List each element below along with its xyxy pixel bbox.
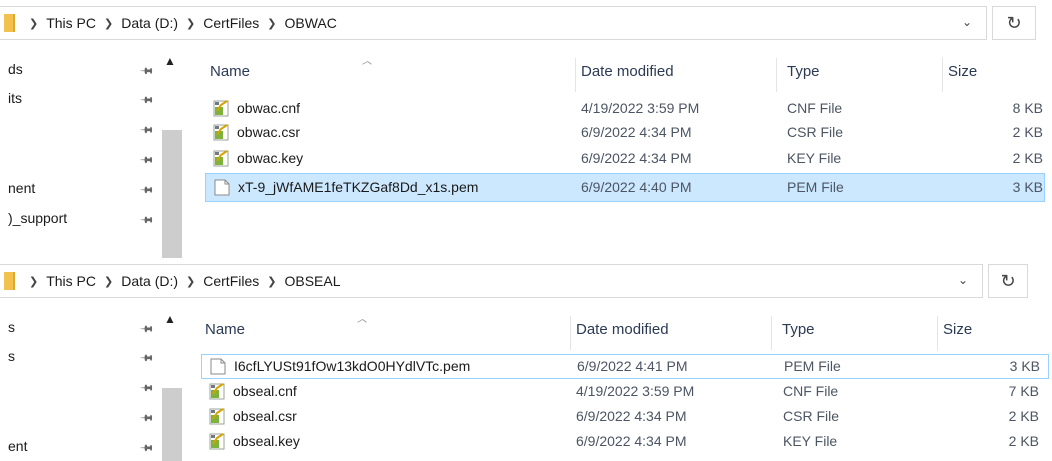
chevron-right-icon[interactable]: ❯: [104, 275, 113, 288]
nav-item[interactable]: 🖈: [0, 375, 160, 399]
column-header-type[interactable]: Type: [772, 308, 937, 350]
pin-icon[interactable]: 🖈: [135, 60, 158, 83]
file-row-focused[interactable]: I6cfLYUSt91fOw13kdO0HYdlVTc.pem 6/9/2022…: [201, 354, 1049, 379]
breadcrumb-item[interactable]: OBWAC: [284, 15, 336, 31]
nav-item[interactable]: 🖈: [0, 117, 160, 141]
pin-icon[interactable]: 🖈: [135, 437, 158, 460]
breadcrumb-item[interactable]: CertFiles: [203, 15, 259, 31]
breadcrumb-item[interactable]: Data (D:): [121, 15, 178, 31]
nav-item[interactable]: 🖈: [0, 147, 160, 171]
config-file-icon: [209, 383, 225, 400]
chevron-right-icon[interactable]: ❯: [267, 17, 276, 30]
chevron-right-icon[interactable]: ❯: [104, 17, 113, 30]
address-bar: ❯ This PC ❯ Data (D:) ❯ CertFiles ❯ OBSE…: [0, 258, 1052, 308]
nav-scrollbar-thumb[interactable]: [162, 130, 182, 258]
nav-item[interactable]: 🖈: [0, 405, 160, 429]
pin-icon[interactable]: 🖈: [135, 407, 158, 430]
column-header-size[interactable]: Size: [938, 308, 1048, 350]
explorer-window-obwac: ❯ This PC ❯ Data (D:) ❯ CertFiles ❯ OBWA…: [0, 0, 1052, 258]
chevron-down-icon[interactable]: ⌄: [962, 15, 972, 29]
folder-icon: [4, 272, 15, 290]
config-file-icon: [209, 408, 225, 425]
file-row[interactable]: obseal.cnf 4/19/2022 3:59 PM CNF File 7 …: [201, 380, 1049, 404]
nav-item[interactable]: nent 🖈: [0, 177, 160, 201]
breadcrumb-item[interactable]: Data (D:): [121, 273, 178, 289]
folder-icon: [4, 14, 15, 32]
column-header-date-modified[interactable]: Date modified: [571, 308, 771, 350]
refresh-button[interactable]: ↻: [988, 264, 1028, 298]
file-row[interactable]: obwac.cnf 4/19/2022 3:59 PM CNF File 8 K…: [205, 97, 1045, 121]
pin-icon[interactable]: 🖈: [135, 347, 158, 370]
chevron-right-icon[interactable]: ❯: [186, 17, 195, 30]
refresh-icon: ↻: [1006, 12, 1022, 33]
column-header-name[interactable]: Name ︿: [205, 50, 575, 92]
chevron-right-icon[interactable]: ❯: [267, 275, 276, 288]
chevron-right-icon[interactable]: ❯: [186, 275, 195, 288]
chevron-right-icon: ❯: [29, 17, 39, 30]
config-file-icon: [213, 100, 229, 117]
chevron-right-icon: ❯: [29, 275, 39, 288]
nav-item[interactable]: its 🖈: [0, 87, 160, 111]
pin-icon[interactable]: 🖈: [135, 89, 158, 112]
config-file-icon: [213, 150, 229, 167]
column-header-name[interactable]: Name ︿: [205, 308, 570, 350]
breadcrumb: ❯ This PC ❯ Data (D:) ❯ CertFiles ❯ OBWA…: [21, 15, 337, 31]
nav-item[interactable]: )_support 🖈: [0, 207, 160, 231]
address-bar: ❯ This PC ❯ Data (D:) ❯ CertFiles ❯ OBWA…: [0, 0, 1052, 50]
nav-item[interactable]: ent 🖈: [0, 435, 160, 459]
address-field[interactable]: ❯ This PC ❯ Data (D:) ❯ CertFiles ❯ OBWA…: [0, 6, 987, 40]
config-file-icon: [213, 124, 229, 141]
column-header-type[interactable]: Type: [777, 50, 942, 92]
nav-scrollbar-thumb[interactable]: [162, 388, 182, 461]
file-row[interactable]: obwac.key 6/9/2022 4:34 PM KEY File 2 KB: [205, 147, 1045, 171]
scroll-up-icon[interactable]: ▲: [164, 54, 176, 68]
pin-icon[interactable]: 🖈: [135, 119, 158, 142]
breadcrumb-item[interactable]: This PC: [46, 273, 96, 289]
chevron-down-icon[interactable]: ⌄: [958, 273, 968, 287]
file-row[interactable]: obseal.csr 6/9/2022 4:34 PM CSR File 2 K…: [201, 405, 1049, 429]
refresh-icon: ↻: [1000, 270, 1016, 291]
file-row[interactable]: obwac.csr 6/9/2022 4:34 PM CSR File 2 KB: [205, 121, 1045, 145]
pin-icon[interactable]: 🖈: [135, 377, 158, 400]
explorer-window-obseal: ❯ This PC ❯ Data (D:) ❯ CertFiles ❯ OBSE…: [0, 258, 1052, 461]
blank-file-icon: [210, 358, 226, 375]
pin-icon[interactable]: 🖈: [135, 149, 158, 172]
nav-item[interactable]: s 🖈: [0, 316, 160, 340]
refresh-button[interactable]: ↻: [992, 6, 1036, 40]
breadcrumb-item[interactable]: OBSEAL: [284, 273, 340, 289]
file-row[interactable]: obseal.key 6/9/2022 4:34 PM KEY File 2 K…: [201, 430, 1049, 454]
breadcrumb: ❯ This PC ❯ Data (D:) ❯ CertFiles ❯ OBSE…: [21, 273, 341, 289]
pin-icon[interactable]: 🖈: [135, 209, 158, 232]
address-field[interactable]: ❯ This PC ❯ Data (D:) ❯ CertFiles ❯ OBSE…: [0, 264, 983, 298]
blank-file-icon: [214, 179, 230, 196]
pin-icon[interactable]: 🖈: [135, 179, 158, 202]
pin-icon[interactable]: 🖈: [135, 318, 158, 341]
config-file-icon: [209, 433, 225, 450]
column-header-size[interactable]: Size: [943, 50, 1048, 92]
sort-ascending-icon: ︿: [357, 314, 367, 325]
scroll-up-icon[interactable]: ▲: [164, 312, 176, 326]
breadcrumb-item[interactable]: This PC: [46, 15, 96, 31]
column-header-date-modified[interactable]: Date modified: [576, 50, 776, 92]
file-row-selected[interactable]: xT-9_jWfAME1feTKZGaf8Dd_x1s.pem 6/9/2022…: [205, 173, 1045, 202]
nav-item[interactable]: ds 🖈: [0, 58, 160, 82]
sort-ascending-icon: ︿: [362, 56, 372, 67]
nav-item[interactable]: s 🖈: [0, 345, 160, 369]
breadcrumb-item[interactable]: CertFiles: [203, 273, 259, 289]
